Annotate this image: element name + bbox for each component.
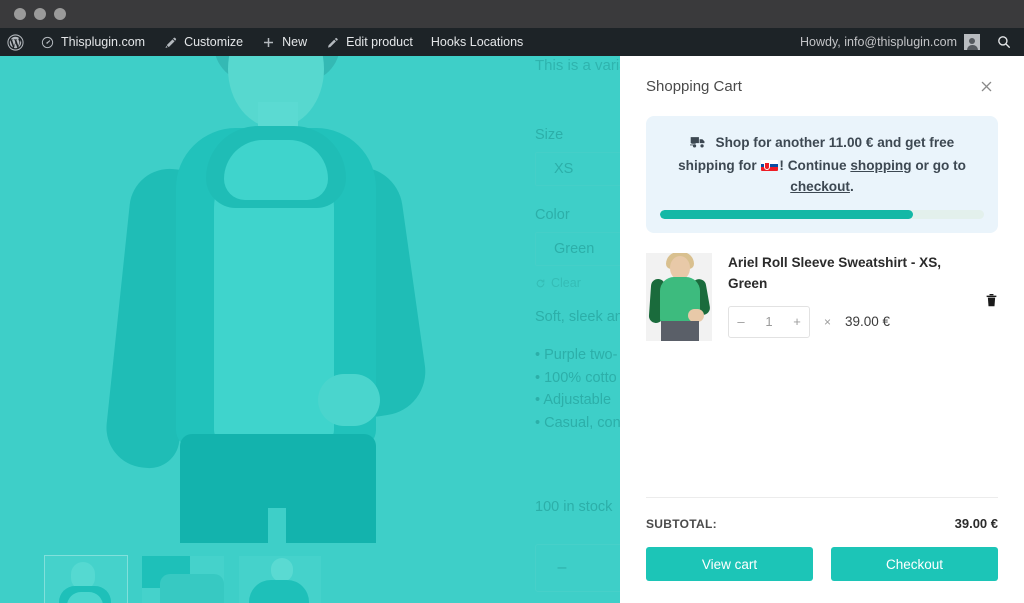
multiply-symbol: × <box>824 314 832 329</box>
admin-bar-edit-product[interactable]: Edit product <box>316 28 422 56</box>
cart-body: Shop for another 11.00 € and get free sh… <box>620 116 1024 497</box>
subtotal-label: SUBTOTAL: <box>646 516 717 531</box>
admin-bar-edit-product-label: Edit product <box>346 35 413 49</box>
cart-item-price: 39.00 € <box>845 314 891 330</box>
slovakia-flag-icon <box>761 160 779 172</box>
browser-window: Thisplugin.com Customize New Edit produc… <box>0 0 1024 603</box>
pencil-icon <box>325 35 340 50</box>
admin-bar-hooks-locations-label: Hooks Locations <box>430 35 524 49</box>
admin-bar-search-button[interactable] <box>990 28 1024 56</box>
admin-bar-customize-label: Customize <box>184 35 244 49</box>
window-titlebar <box>0 0 1024 28</box>
cart-title: Shopping Cart <box>646 77 742 95</box>
notice-text-or: or go to <box>915 158 966 174</box>
cart-item-controls: – 1 + × 39.00 € <box>728 305 961 338</box>
cart-subtotal-row: SUBTOTAL: 39.00 € <box>646 498 998 547</box>
refresh-icon <box>535 278 546 289</box>
product-thumbnail[interactable] <box>142 556 224 603</box>
admin-bar-howdy-label: Howdy, info@thisplugin.com <box>800 35 957 49</box>
trash-icon[interactable] <box>985 253 998 308</box>
continue-shopping-link[interactable]: shopping <box>850 158 911 173</box>
free-shipping-progress-bar <box>660 210 984 220</box>
avatar-head <box>969 38 975 44</box>
cart-item-title[interactable]: Ariel Roll Sleeve Sweatshirt - XS, Green <box>728 253 961 294</box>
product-thumbnail[interactable] <box>239 556 321 603</box>
dashboard-icon <box>40 35 55 50</box>
cart-line-item: Ariel Roll Sleeve Sweatshirt - XS, Green… <box>646 233 998 342</box>
product-main-image[interactable] <box>0 56 497 543</box>
model-hand <box>318 374 380 426</box>
window-minimize-button[interactable] <box>34 8 46 20</box>
avatar-body <box>966 45 978 50</box>
admin-bar-new[interactable]: New <box>252 28 316 56</box>
paintbrush-icon <box>163 35 178 50</box>
cart-action-buttons: View cart Checkout <box>646 547 998 581</box>
view-cart-button[interactable]: View cart <box>646 547 813 581</box>
admin-bar-site-name-label: Thisplugin.com <box>61 35 146 49</box>
clear-selection-link[interactable]: Clear <box>535 274 581 293</box>
cart-header: Shopping Cart <box>620 56 1024 116</box>
wp-admin-bar: Thisplugin.com Customize New Edit produc… <box>0 28 1024 56</box>
quantity-decrease-button[interactable]: – <box>729 314 753 329</box>
avatar-shape <box>966 38 978 50</box>
product-gallery <box>0 56 520 603</box>
cart-footer: SUBTOTAL: 39.00 € View cart Checkout <box>620 497 1024 603</box>
wordpress-icon <box>7 33 24 51</box>
progress-fill <box>660 210 913 220</box>
product-thumbnail-strip <box>44 555 321 603</box>
flag-crest <box>764 161 771 170</box>
shopping-cart-drawer: Shopping Cart Shop for another 11.00 € a… <box>620 56 1024 603</box>
admin-bar-new-label: New <box>282 35 308 49</box>
wp-logo-menu[interactable] <box>0 28 31 56</box>
clear-label: Clear <box>551 276 581 290</box>
checkout-link[interactable]: checkout <box>790 179 850 194</box>
admin-bar-site-name[interactable]: Thisplugin.com <box>31 28 154 56</box>
avatar-icon <box>964 34 980 50</box>
quantity-stepper[interactable]: – 1 + <box>728 305 810 338</box>
subtotal-value: 39.00 € <box>954 516 998 531</box>
quantity-input[interactable]: 1 <box>753 314 785 329</box>
product-thumbnail[interactable] <box>646 253 712 342</box>
window-maximize-button[interactable] <box>54 8 66 20</box>
stock-status: 100 in stock <box>535 499 613 515</box>
admin-bar-right-group: Howdy, info@thisplugin.com <box>790 28 1024 56</box>
model-leg-gap <box>268 508 286 543</box>
product-thumbnail[interactable] <box>44 555 128 603</box>
admin-bar-left-group: Thisplugin.com Customize New Edit produc… <box>0 28 532 56</box>
quantity-decrease-button[interactable]: – <box>536 556 588 581</box>
cart-item-details: Ariel Roll Sleeve Sweatshirt - XS, Green… <box>728 253 969 338</box>
free-shipping-notice: Shop for another 11.00 € and get free sh… <box>646 116 998 234</box>
plus-icon <box>261 35 276 50</box>
notice-text-middle: ! Continue <box>779 158 847 174</box>
window-close-button[interactable] <box>14 8 26 20</box>
admin-bar-hooks-locations[interactable]: Hooks Locations <box>422 28 532 56</box>
quantity-increase-button[interactable]: + <box>785 314 809 329</box>
truck-icon <box>689 137 711 152</box>
notice-text-end: . <box>849 179 854 195</box>
close-icon[interactable] <box>975 75 998 98</box>
model-hood-inner <box>224 140 328 200</box>
thumb-pants <box>661 321 699 342</box>
admin-bar-my-account[interactable]: Howdy, info@thisplugin.com <box>790 28 990 56</box>
search-icon <box>996 34 1012 50</box>
admin-bar-customize[interactable]: Customize <box>154 28 252 56</box>
checkout-button[interactable]: Checkout <box>831 547 998 581</box>
product-subtitle: This is a varia <box>535 57 628 74</box>
